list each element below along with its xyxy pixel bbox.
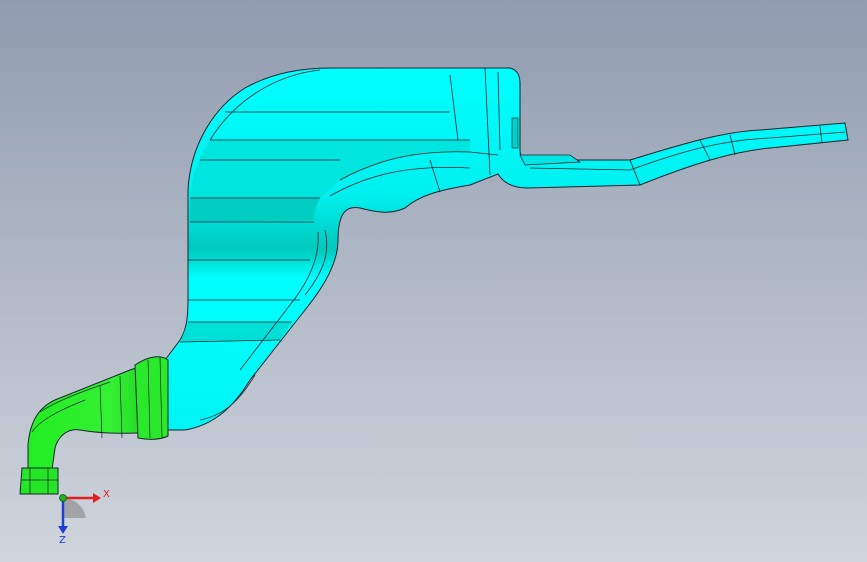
- x-axis-label: X: [103, 489, 110, 500]
- z-axis-label: Z: [59, 535, 66, 546]
- triad-shadow: [63, 498, 86, 518]
- green-connector[interactable]: [19, 356, 169, 495]
- duct-shade-band: [190, 198, 320, 222]
- x-axis-arrow: [93, 493, 101, 503]
- model-view[interactable]: X Z: [0, 0, 867, 562]
- y-axis-dot: [59, 494, 67, 502]
- z-axis-arrow: [58, 526, 68, 534]
- cad-viewport[interactable]: X Z: [0, 0, 867, 562]
- connector-foot[interactable]: [19, 467, 59, 495]
- duct-lower-shade: [180, 322, 292, 342]
- duct-body[interactable]: [164, 67, 849, 431]
- duct-body-outline[interactable]: [164, 67, 849, 431]
- connector-flange[interactable]: [134, 356, 169, 440]
- duct-slot: [511, 117, 519, 149]
- orientation-triad: X Z: [58, 489, 110, 546]
